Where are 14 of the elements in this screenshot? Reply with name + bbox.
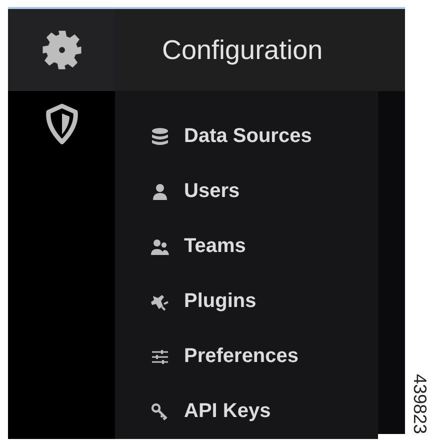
menu-item[interactable]: Teams: [115, 219, 378, 274]
menu-item[interactable]: Plugins: [115, 274, 378, 329]
settings-icon[interactable]: [40, 29, 82, 71]
user-icon: [150, 182, 170, 202]
key-icon: [150, 402, 170, 422]
menu-item[interactable]: API Keys: [115, 384, 378, 439]
shield-icon[interactable]: [44, 103, 80, 145]
database-icon: [150, 126, 170, 146]
menu-item[interactable]: Users: [115, 164, 378, 219]
users-icon: [150, 236, 170, 256]
figure-number: 439823: [409, 374, 430, 434]
menu-item[interactable]: Preferences: [115, 329, 378, 384]
menu-item[interactable]: Data Sources: [115, 109, 378, 164]
menu-title: Configuration: [162, 34, 323, 66]
